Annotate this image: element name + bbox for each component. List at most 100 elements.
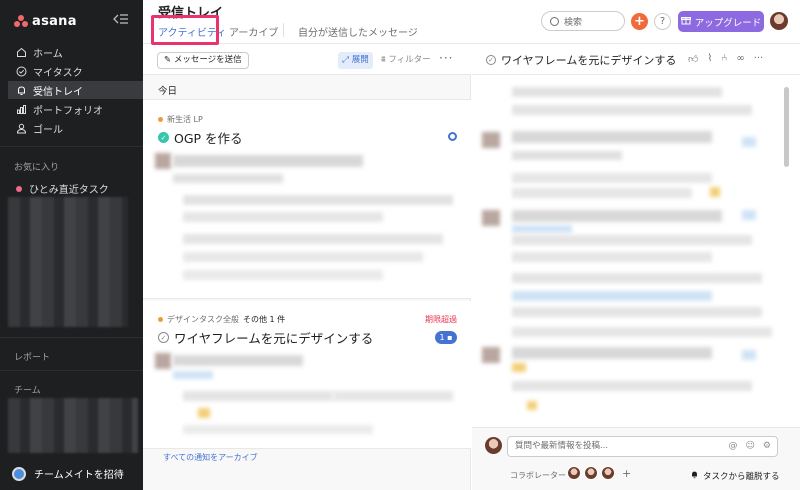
blurred-avatar [482,347,500,363]
link-icon[interactable]: ∞ [736,53,744,65]
send-message-button[interactable]: ✎ メッセージを送信 [157,52,249,69]
like-icon[interactable]: 👍︎ [688,53,698,65]
bar-chart-icon [16,104,27,115]
archive-all-link[interactable]: すべての通知をアーカイブ [163,452,258,463]
project-color-dot [158,317,163,322]
help-button[interactable]: ? [654,13,671,30]
check-circle-icon [16,66,27,77]
card-project[interactable]: 新生活 LP [158,114,203,125]
scrollbar[interactable] [782,75,790,427]
blurred-text [512,381,752,391]
blurred-avatar [482,132,500,148]
inbox-card[interactable]: 新生活 LP ✓ OGP を作る [143,100,471,299]
subtask-icon[interactable]: ⑃ [721,53,727,65]
sidebar-item-label: 受信トレイ [33,86,83,98]
invite-teammates-button[interactable]: チームメイトを招待 [12,466,124,481]
sidebar-divider [0,337,143,338]
more-options-icon[interactable]: ··· [439,51,453,65]
blurred-text [183,425,373,434]
task-detail-title[interactable]: ✓ ワイヤフレームを元にデザインする [486,52,676,68]
favorite-item-label: ひとみ直近タスク [29,185,109,196]
blurred-text [512,210,722,222]
sidebar-item-label: ホーム [33,48,63,60]
blurred-emoji [527,401,537,410]
comment-placeholder: 質問や最新情報を投稿... [515,441,609,451]
blurred-text [173,174,283,183]
incomplete-check-icon[interactable]: ✓ [486,55,496,65]
user-avatar[interactable] [770,12,788,30]
project-extra: その他 1 件 [243,315,286,324]
card-task-title[interactable]: ✓ ワイヤフレームを元にデザインする [158,328,373,347]
blurred-text [333,391,453,401]
search-placeholder: 検索 [564,17,583,28]
blurred-text [173,371,213,379]
tab-sent-messages[interactable]: 自分が送信したメッセージ [298,24,418,39]
collaborator-avatar[interactable] [601,466,615,480]
sidebar-item-goals[interactable]: ゴール [8,119,143,137]
blurred-emoji [742,350,756,360]
comment-count: 1 [439,333,445,342]
comment-input[interactable]: 質問や最新情報を投稿... @ ☺ ⚙ [507,436,778,457]
completed-check-icon[interactable]: ✓ [158,132,169,143]
sidebar-item-portfolio[interactable]: ポートフォリオ [8,100,143,118]
reports-heading[interactable]: レポート [14,350,50,363]
top-header: 受信トレイ アクティビティ アーカイブ 自分が送信したメッセージ 検索 + ? … [143,0,800,45]
blurred-text [183,212,383,222]
comment-count-badge[interactable]: 1 ▪ [435,331,457,344]
blurred-link [512,291,712,301]
sidebar-divider [0,146,143,147]
sidebar-item-label: ゴール [33,124,63,136]
inbox-toolbar: ✎ メッセージを送信 ⤢ 展開 ⩩ フィルター ··· [143,45,471,75]
more-options-icon[interactable]: ··· [754,53,764,65]
blurred-text [512,105,752,115]
composer-icons: @ ☺ ⚙ [729,437,771,456]
blurred-text [512,87,722,97]
sidebar-item-label: ポートフォリオ [33,105,103,117]
blurred-avatar [155,153,171,169]
incomplete-check-icon[interactable]: ✓ [158,332,169,343]
upgrade-button[interactable]: アップグレード [678,11,764,32]
home-icon [16,47,27,58]
expand-button[interactable]: ⤢ 展開 [338,52,373,69]
task-detail-pane: ✓ ワイヤフレームを元にデザインする 👍︎ ⌇ ⑃ ∞ ··· 質問や最新情報を… [472,45,800,490]
leave-task-button[interactable]: タスクから離脱する [690,470,780,482]
blurred-text [512,307,762,317]
collaborator-avatar[interactable] [584,466,598,480]
upgrade-label: アップグレード [694,17,762,29]
person-icon [16,123,27,134]
settings-icon[interactable]: ⚙ [763,437,771,456]
mention-icon[interactable]: @ [729,437,738,456]
search-icon [550,16,559,26]
blurred-favorites [8,197,128,327]
task-detail-header: ✓ ワイヤフレームを元にデザインする 👍︎ ⌇ ⑃ ∞ ··· [472,45,800,75]
blurred-emoji [742,210,756,220]
quick-add-button[interactable]: + [631,13,648,30]
scrollbar-thumb[interactable] [784,87,789,167]
pencil-icon: ✎ [164,55,174,65]
search-input[interactable]: 検索 [541,11,625,31]
collaborator-avatar[interactable] [567,466,581,480]
sidebar-item-inbox[interactable]: 受信トレイ [8,81,143,99]
card-project[interactable]: デザインタスク全般 その他 1 件 [158,314,285,325]
bell-icon [690,470,699,482]
blurred-text [512,173,712,183]
attachment-icon[interactable]: ⌇ [707,53,712,65]
emoji-icon[interactable]: ☺ [746,437,755,456]
inbox-card[interactable]: デザインタスク全般 その他 1 件 期限超過 ✓ ワイヤフレームを元にデザインす… [143,301,471,449]
favorites-heading: お気に入り [14,163,60,173]
sidebar-item-home[interactable]: ホーム [8,43,143,61]
task-action-icons: 👍︎ ⌇ ⑃ ∞ ··· [688,53,763,65]
asana-logo[interactable]: asana [14,12,77,30]
blurred-emoji [198,408,210,418]
project-color-dot [158,117,163,122]
add-collaborator-button[interactable]: + [622,467,631,480]
tab-archive[interactable]: アーカイブ [229,24,278,39]
blurred-text [512,151,622,160]
collapse-sidebar-icon[interactable] [113,13,129,27]
filter-button[interactable]: ⩩ フィルター [381,52,431,69]
card-task-title[interactable]: ✓ OGP を作る [158,128,243,147]
favorite-item[interactable]: ひとみ直近タスク [16,181,109,196]
sidebar-item-my-tasks[interactable]: マイタスク [8,62,143,80]
project-color-dot [16,185,22,192]
tab-divider [283,23,284,37]
